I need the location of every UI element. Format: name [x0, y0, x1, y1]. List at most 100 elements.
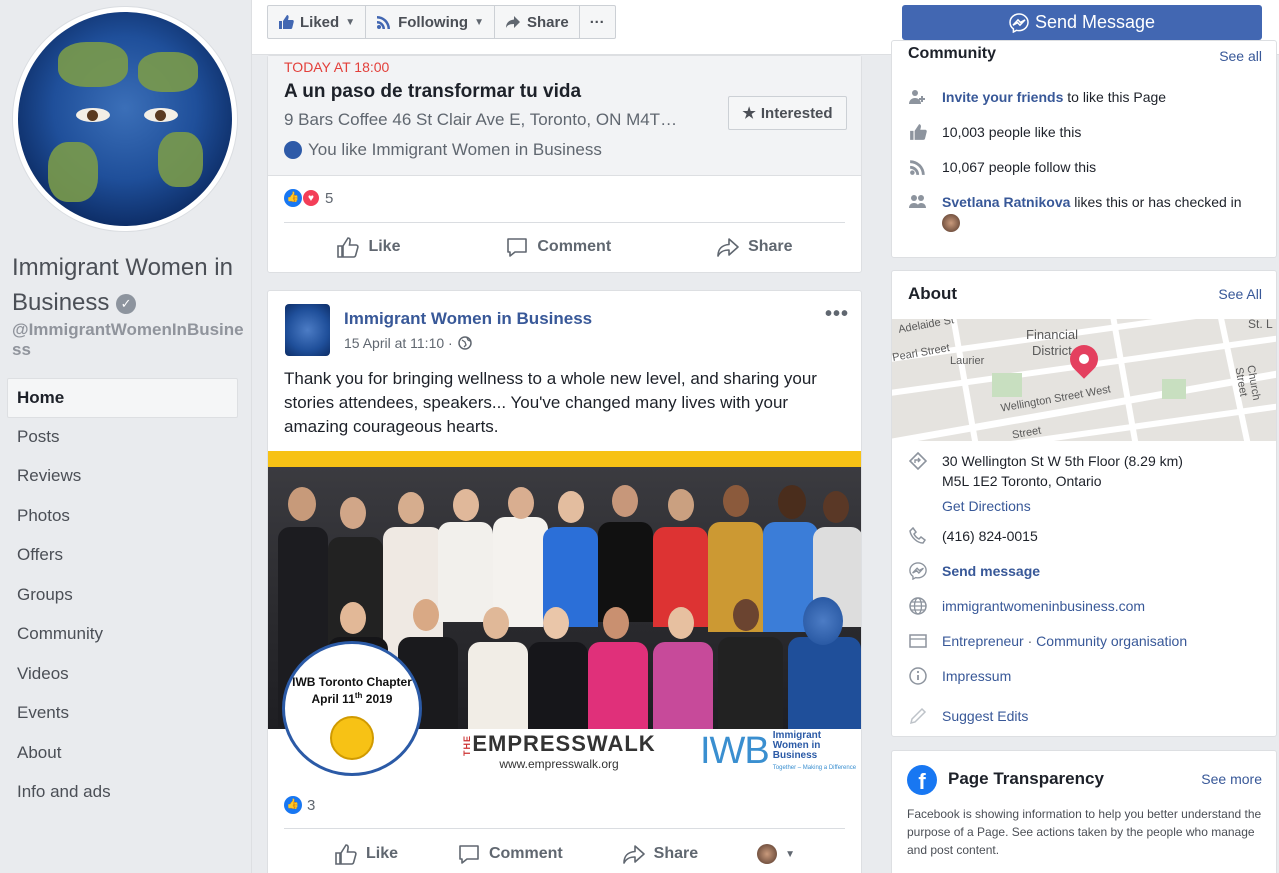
friend-avatar[interactable]: [942, 214, 960, 233]
share-button[interactable]: Share: [622, 843, 698, 865]
about-see-all-link[interactable]: See All: [1218, 286, 1262, 302]
chevron-down-icon: ▼: [345, 16, 356, 28]
website-row: immigrantwomeninbusiness.com: [908, 596, 1264, 616]
website-link[interactable]: immigrantwomeninbusiness.com: [942, 596, 1145, 616]
nav-videos[interactable]: Videos: [7, 655, 238, 695]
send-message-button[interactable]: Send Message: [902, 5, 1262, 40]
address-line2: M5L 1E2 Toronto, Ontario: [942, 473, 1102, 489]
badge-line1: IWB Toronto Chapter: [292, 675, 412, 689]
event-details[interactable]: TODAY AT 18:00 A un paso de transformar …: [268, 56, 861, 176]
share-label: Share: [748, 238, 793, 255]
event-reactions[interactable]: 👍 ♥ 5: [284, 189, 333, 207]
invite-friends-link[interactable]: Invite your friends: [942, 89, 1063, 105]
interested-label: Interested: [760, 104, 833, 122]
interested-button[interactable]: ★ Interested: [728, 96, 847, 130]
category-link-community[interactable]: Community organisation: [1036, 633, 1187, 649]
comment-label: Comment: [537, 238, 612, 255]
nav-groups[interactable]: Groups: [7, 576, 238, 616]
send-message-row: Send message: [908, 561, 1264, 581]
event-actions: Like Comment Share: [284, 227, 845, 267]
impressum-link[interactable]: Impressum: [942, 666, 1011, 686]
about-card: About See All Adelaide St Financial Dist…: [891, 270, 1277, 737]
share-icon: [622, 845, 645, 864]
event-like-note: You like Immigrant Women in Business: [284, 140, 602, 160]
post-author-name[interactable]: Immigrant Women in Business: [344, 309, 592, 329]
nav-posts[interactable]: Posts: [7, 418, 238, 458]
likes-row: 10,003 people like this: [908, 122, 1264, 142]
phone-number[interactable]: (416) 824-0015: [942, 526, 1038, 546]
thumbs-up-icon: [908, 122, 928, 142]
nav-reviews[interactable]: Reviews: [7, 457, 238, 497]
friend-name-link[interactable]: Svetlana Ratnikova: [942, 194, 1070, 210]
nav-events[interactable]: Events: [7, 694, 238, 734]
page-profile-picture[interactable]: [12, 6, 238, 232]
like-button[interactable]: Like: [336, 236, 400, 258]
category-link-entrepreneur[interactable]: Entrepreneur: [942, 633, 1024, 649]
comment-button[interactable]: Comment: [457, 843, 563, 865]
nav-offers[interactable]: Offers: [7, 536, 238, 576]
more-dots-icon: ···: [589, 13, 605, 31]
messenger-icon: [908, 561, 928, 581]
event-title[interactable]: A un paso de transformar tu vida: [284, 81, 581, 103]
thumbs-up-outline-icon: [335, 844, 357, 865]
location-map[interactable]: Adelaide St Financial District St. L Pea…: [892, 319, 1276, 441]
category-folder-icon: [908, 631, 928, 651]
map-label: Laurier: [950, 355, 985, 367]
event-location: 9 Bars Coffee 46 St Clair Ave E, Toronto…: [284, 110, 678, 129]
globe-icon: [457, 336, 472, 350]
share-button[interactable]: Share: [716, 236, 793, 258]
suggest-edits-row: Suggest Edits: [908, 706, 1264, 726]
post-timestamp[interactable]: 15 April at 11:10 ·: [344, 335, 453, 351]
post-as-selector[interactable]: ▼: [757, 844, 795, 864]
post-reactions[interactable]: 👍 3: [284, 796, 315, 814]
community-see-all-link[interactable]: See all: [1219, 48, 1262, 64]
transparency-description: Facebook is showing information to help …: [907, 807, 1262, 857]
post-author-avatar[interactable]: [285, 304, 330, 356]
globe-icon: [908, 596, 928, 616]
nav-about[interactable]: About: [7, 734, 238, 774]
sun-mascot-icon: [330, 716, 374, 760]
iwb-chapter-badge: IWB Toronto Chapter April 11th 2019: [282, 641, 422, 776]
rss-icon: [908, 157, 928, 177]
about-title: About: [908, 284, 958, 303]
post-photo[interactable]: IWB Toronto Chapter April 11th 2019 THEE…: [268, 451, 861, 781]
post-options-icon[interactable]: •••: [825, 303, 849, 326]
share-label: Share: [653, 845, 699, 862]
page-handle[interactable]: @ImmigrantWomenInBusiness: [12, 320, 244, 360]
send-message-link[interactable]: Send message: [942, 561, 1040, 581]
page-nav: Home Posts Reviews Photos Offers Groups …: [7, 378, 238, 813]
following-button[interactable]: Following ▼: [366, 6, 495, 38]
map-label: St. L: [1248, 319, 1273, 331]
nav-community[interactable]: Community: [7, 615, 238, 655]
like-reaction-icon: 👍: [284, 796, 302, 814]
suggest-edits-link[interactable]: Suggest Edits: [942, 706, 1028, 726]
post-meta: 15 April at 11:10 ·: [344, 335, 472, 351]
event-date: TODAY AT 18:00: [284, 59, 390, 75]
category-row: Entrepreneur · Community organisation: [908, 631, 1264, 651]
page-transparency-card: f Page Transparency See more Facebook is…: [891, 750, 1277, 873]
verified-badge-icon: ✓: [116, 294, 137, 314]
follows-count-text: 10,067 people follow this: [942, 159, 1097, 175]
love-reaction-icon: ♥: [302, 189, 320, 207]
share-page-button[interactable]: Share: [495, 6, 580, 38]
chevron-down-icon: ▼: [474, 16, 484, 28]
iwb-logo: IWB Immigrant Women in Business Together…: [700, 729, 857, 772]
page-title: Immigrant Women in Business ✓: [12, 250, 244, 320]
phone-row: (416) 824-0015: [908, 526, 1264, 546]
transparency-see-more-link[interactable]: See more: [1201, 771, 1262, 787]
nav-info-and-ads[interactable]: Info and ads: [7, 773, 238, 813]
comment-button[interactable]: Comment: [505, 236, 611, 258]
event-reaction-count: 5: [325, 189, 334, 207]
map-label: Financial: [1026, 327, 1079, 342]
like-button[interactable]: Like: [334, 843, 398, 865]
liked-button[interactable]: Liked ▼: [268, 6, 367, 38]
community-card: Community See all Invite your friends to…: [891, 40, 1277, 258]
get-directions-link[interactable]: Get Directions: [942, 498, 1031, 514]
nav-photos[interactable]: Photos: [7, 497, 238, 537]
page-avatar-mini: [284, 141, 302, 159]
more-options-button[interactable]: ···: [580, 6, 615, 38]
directions-icon: [908, 451, 928, 471]
nav-home[interactable]: Home: [7, 378, 238, 418]
divider: [284, 222, 845, 223]
post-reaction-count: 3: [307, 796, 316, 814]
